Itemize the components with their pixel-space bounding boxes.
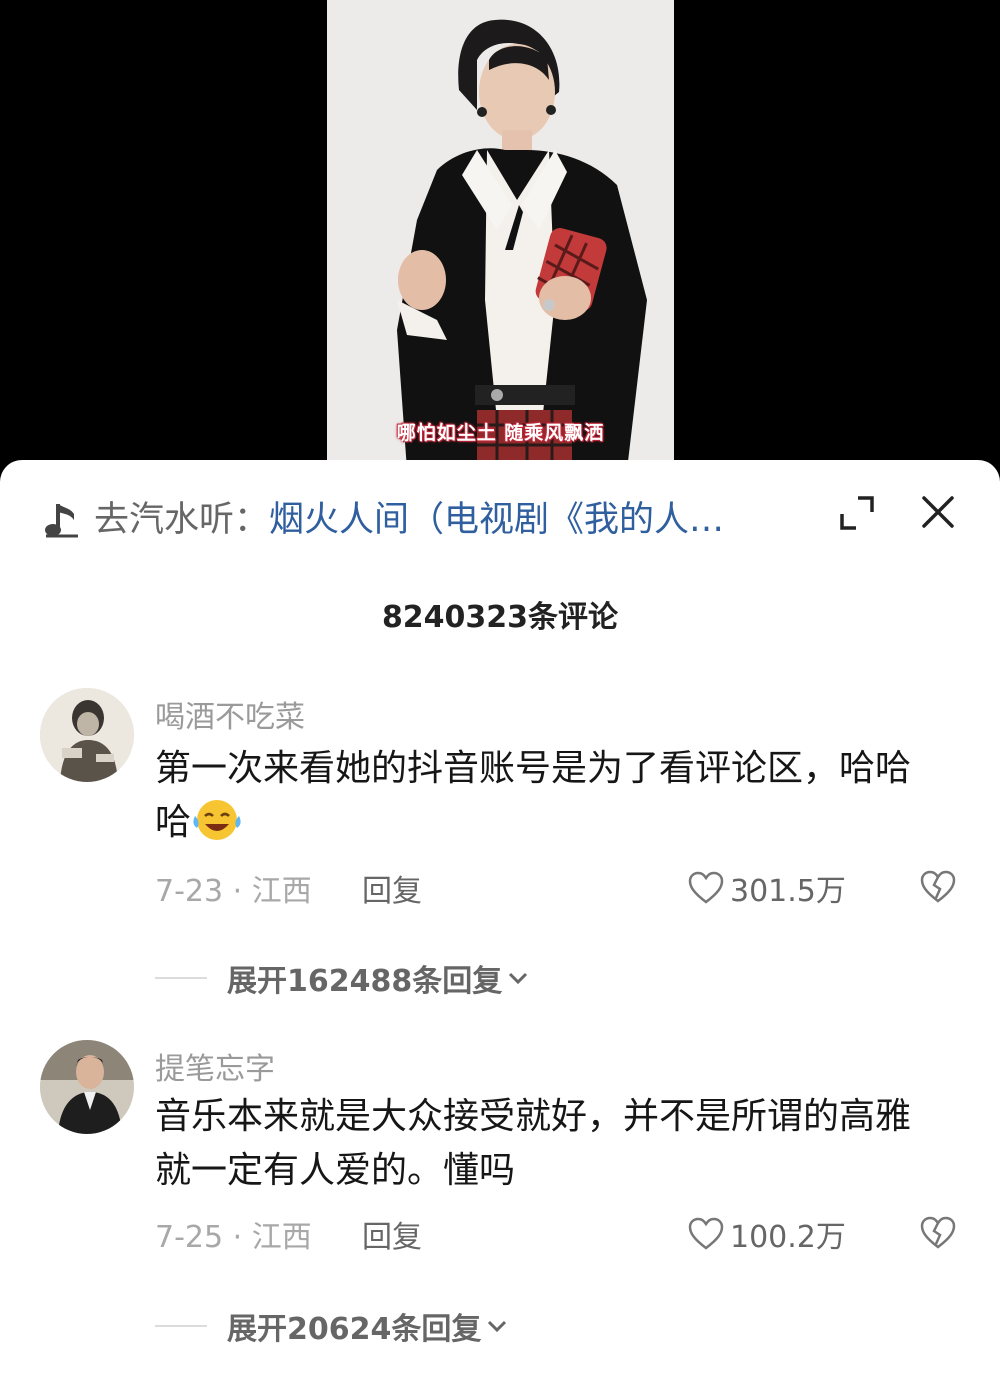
like-count: 301.5万 [730,874,846,909]
music-bar[interactable]: 去汽水听：烟火人间（电视剧《我的人… [0,460,1000,580]
video-still-image [327,0,674,470]
music-link[interactable]: 去汽水听：烟火人间（电视剧《我的人… [94,496,804,544]
like-button[interactable]: 301.5万 [688,866,846,910]
expand-icon[interactable] [838,494,876,532]
close-icon[interactable] [918,492,958,532]
comments-sheet: 去汽水听：烟火人间（电视剧《我的人… 8240323条评论 喝酒不吃菜 第一次来… [0,460,1000,1383]
video-caption: 哪怕如尘土 随乘风飘洒 [396,422,605,444]
comment-username[interactable]: 喝酒不吃菜 [155,692,305,736]
reply-button[interactable]: 回复 [362,1212,422,1256]
like-count: 100.2万 [730,1220,846,1255]
chevron-down-icon [509,972,528,985]
avatar[interactable] [40,1040,134,1134]
video-frame[interactable]: 哪怕如尘土 随乘风飘洒 [327,0,674,470]
expand-replies-button[interactable]: 展开20624条回复 [155,1304,509,1348]
music-note-icon [45,504,78,538]
comment-text: 音乐本来就是大众接受就好，并不是所谓的高雅就一定有人爱的。懂吗 [155,1096,912,1191]
reply-button[interactable]: 回复 [362,866,422,910]
video-player[interactable]: 哪怕如尘土 随乘风飘洒 [0,0,1000,470]
divider [155,977,207,979]
chevron-down-icon [488,1320,507,1333]
expand-replies-label: 展开162488条回复 [227,964,503,999]
laughing-tears-emoji [193,800,241,840]
broken-heart-icon[interactable] [920,870,956,904]
expand-replies-button[interactable]: 展开162488条回复 [155,956,530,1000]
avatar[interactable] [40,688,134,782]
music-prefix: 去汽水听： [94,500,270,540]
broken-heart-icon[interactable] [920,1216,956,1250]
like-button[interactable]: 100.2万 [688,1212,846,1256]
comment-text-content: 第一次来看她的抖音账号是为了看评论区，哈哈哈 [155,748,912,843]
comment-count: 8240323条评论 [381,600,619,635]
heart-icon [688,871,724,904]
comment-username[interactable]: 提笔忘字 [155,1044,275,1088]
heart-icon [688,1217,724,1250]
comment-text: 第一次来看她的抖音账号是为了看评论区，哈哈哈 [155,742,945,850]
expand-replies-label: 展开20624条回复 [227,1312,482,1347]
comment-date-location: 7-23 · 江西 [155,874,312,909]
divider [155,1325,207,1327]
music-title[interactable]: 烟火人间（电视剧《我的人… [269,500,724,540]
comment-date-location: 7-25 · 江西 [155,1220,312,1255]
